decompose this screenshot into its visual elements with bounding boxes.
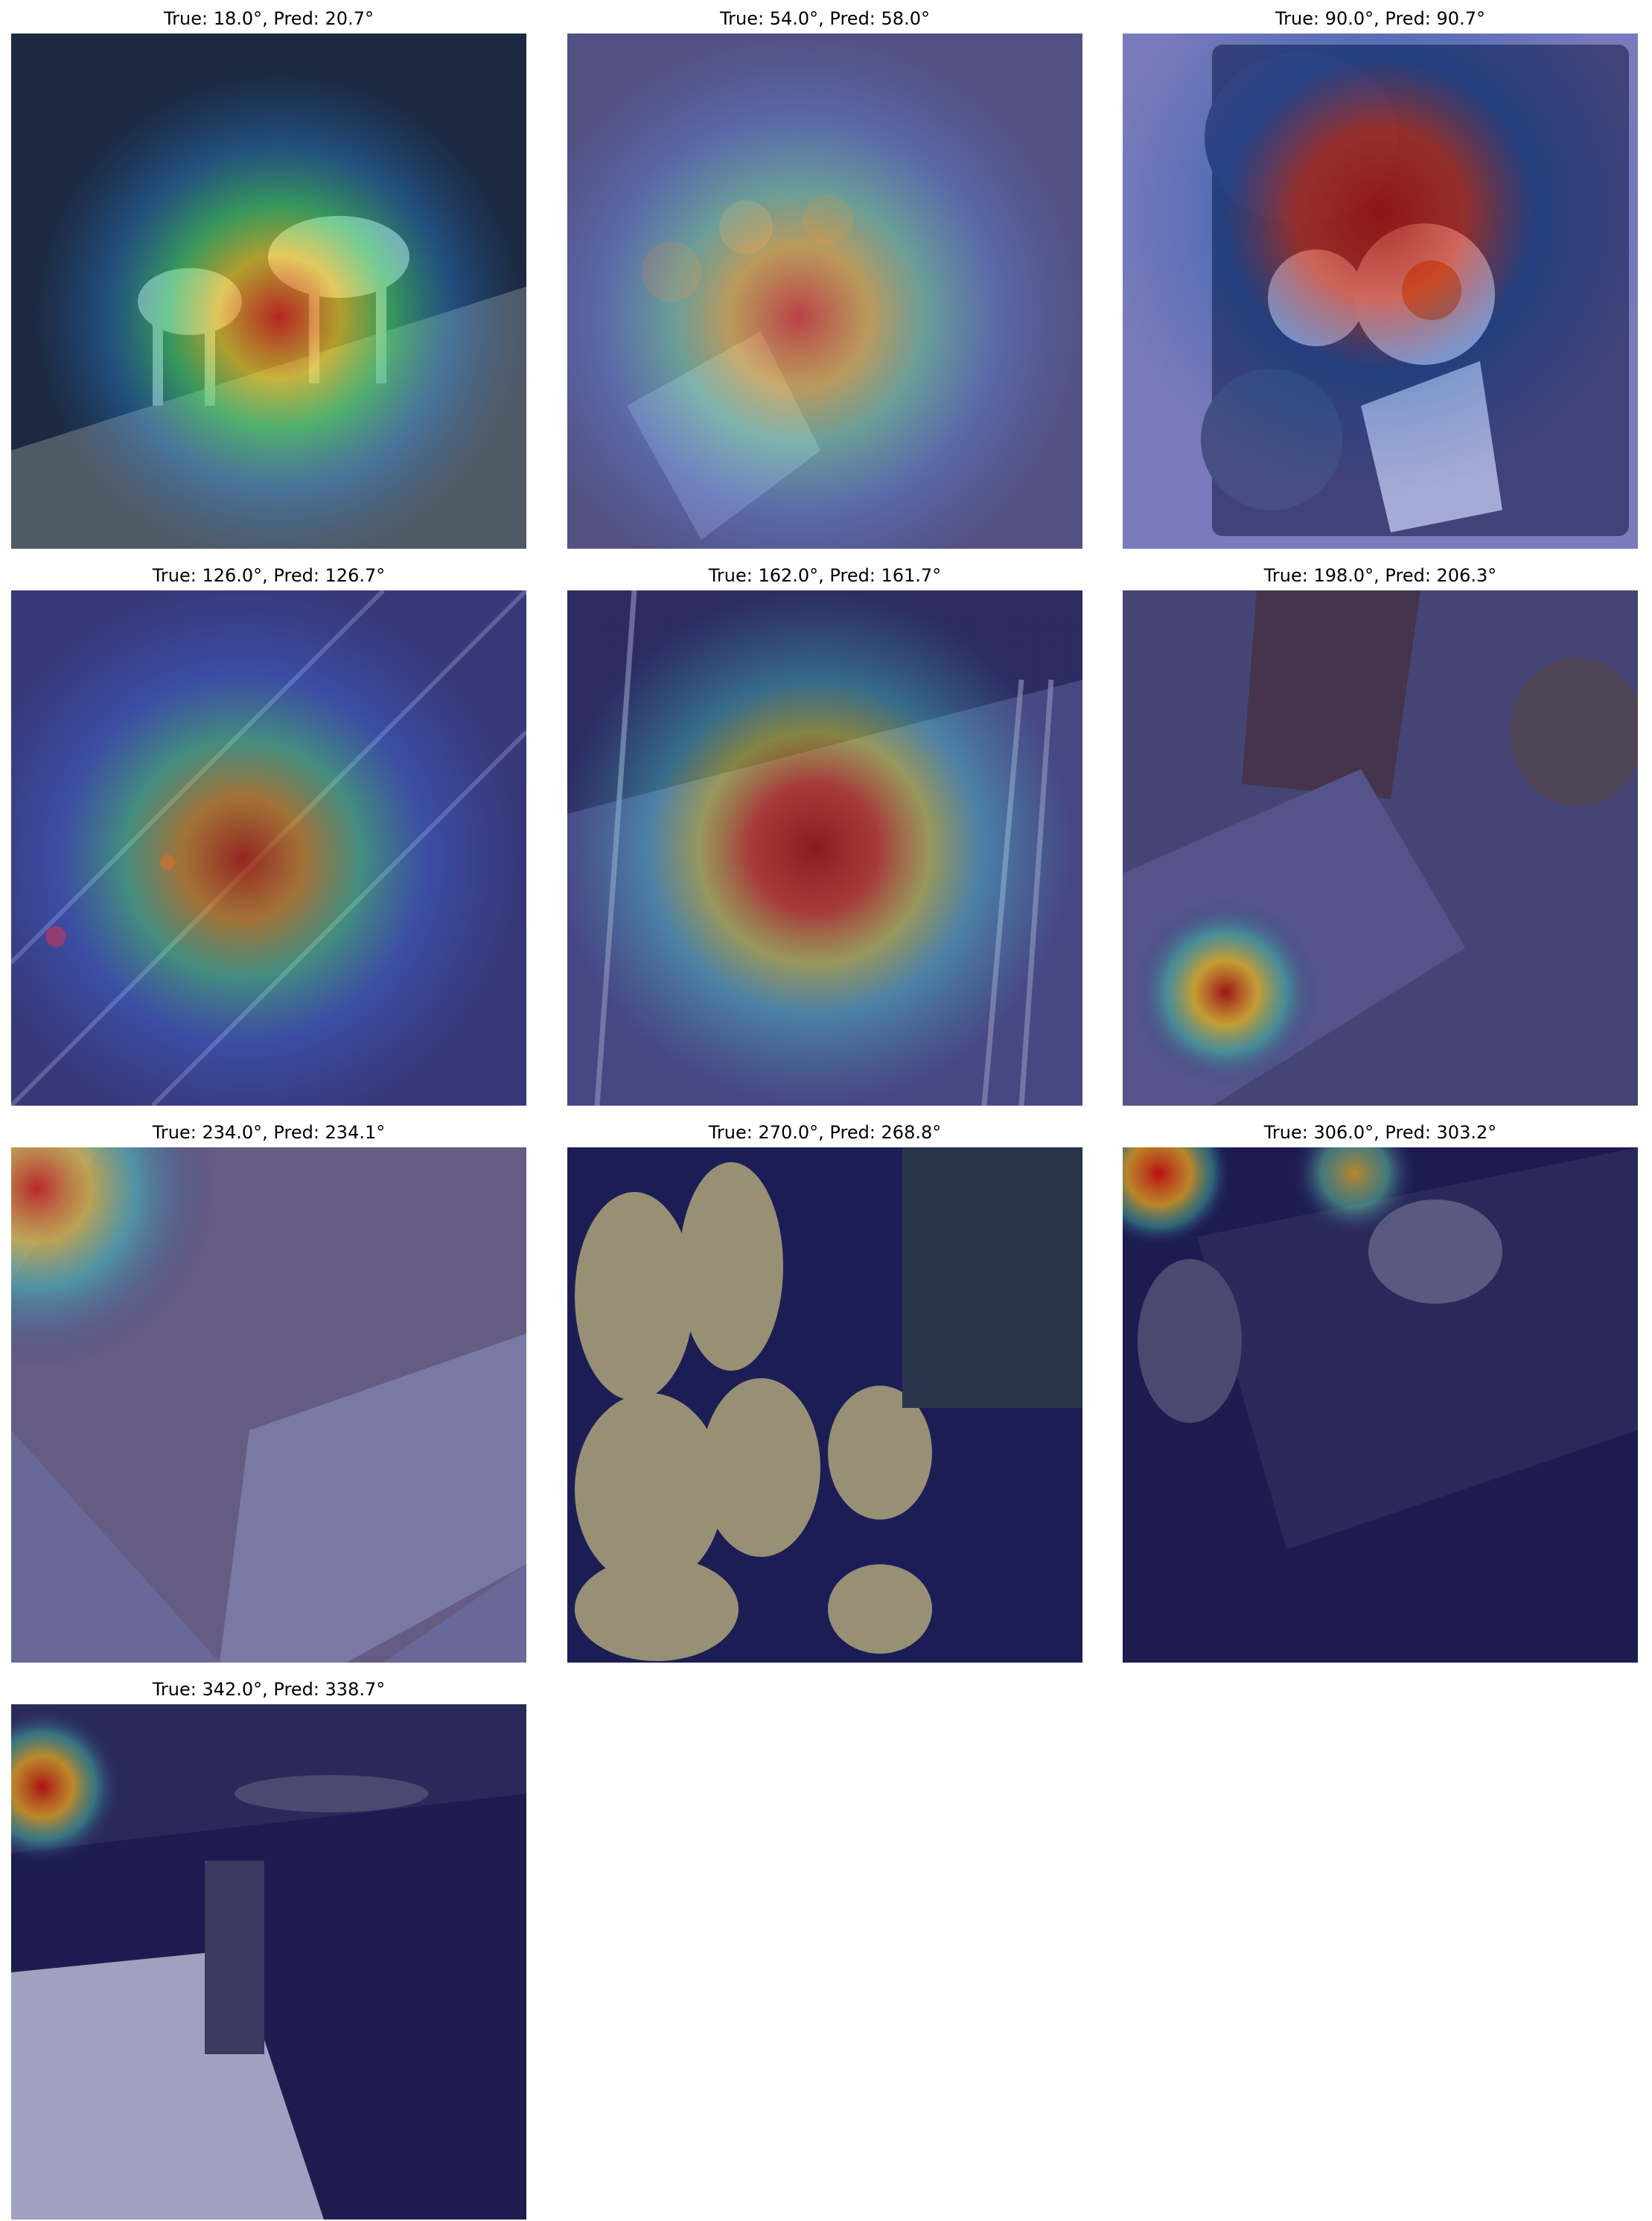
panel-title: True: 306.0°, Pred: 303.2° (1263, 1122, 1497, 1143)
heatmap-svg (1123, 590, 1638, 1106)
panel-title: True: 54.0°, Pred: 58.0° (720, 8, 930, 29)
panel-title: True: 198.0°, Pred: 206.3° (1263, 565, 1497, 586)
heatmap-svg (11, 34, 526, 549)
panel-title: True: 270.0°, Pred: 268.8° (708, 1122, 942, 1143)
heatmap-svg (567, 34, 1082, 549)
panel-title: True: 90.0°, Pred: 90.7° (1275, 8, 1485, 29)
heatmap-svg (11, 1704, 526, 2220)
panel-title: True: 126.0°, Pred: 126.7° (152, 565, 386, 586)
heatmap-image (11, 1704, 526, 2220)
heatmap-image (567, 590, 1082, 1106)
heatmap-image (1123, 34, 1638, 549)
heatmap-image (1123, 1147, 1638, 1663)
heatmap-svg (1123, 1147, 1638, 1663)
heatmap-image (1123, 590, 1638, 1106)
heatmap-image (567, 1147, 1082, 1663)
heatmap-svg (1123, 34, 1638, 549)
panel-title: True: 162.0°, Pred: 161.7° (708, 565, 942, 586)
heatmap-svg (11, 1147, 526, 1663)
heatmap-image (11, 1147, 526, 1663)
heatmap-svg (567, 1147, 1082, 1663)
heatmap-svg (567, 590, 1082, 1106)
panel-title: True: 234.0°, Pred: 234.1° (152, 1122, 386, 1143)
panel-title: True: 18.0°, Pred: 20.7° (164, 8, 374, 29)
heatmap-image (567, 34, 1082, 549)
heatmap-image (11, 34, 526, 549)
heatmap-svg (11, 590, 526, 1106)
heatmap-image (11, 590, 526, 1106)
panel-title: True: 342.0°, Pred: 338.7° (152, 1679, 386, 1700)
